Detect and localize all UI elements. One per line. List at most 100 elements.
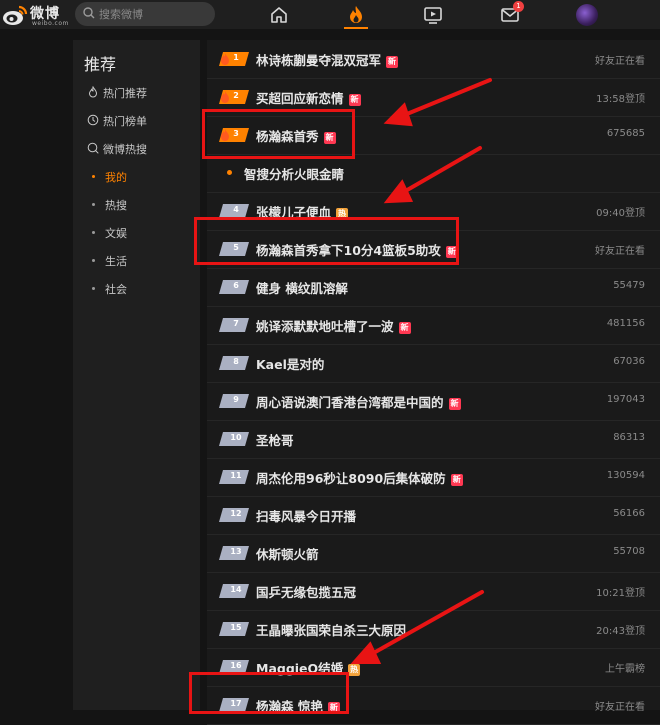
rank-number: 13 [230,547,242,556]
video-icon [424,7,442,24]
highlight-box [194,217,459,265]
smart-search-item[interactable]: 智搜分析火眼金睛 [207,154,660,193]
list-item-title: 买超回应新恋情新 [256,88,361,107]
rank-number: 15 [230,623,242,632]
message-badge: 1 [513,1,524,12]
list-item-meta: 67036 [613,356,645,367]
list-item-meta: 197043 [606,394,645,405]
sidebar-item-label: 热门推荐 [103,87,147,100]
list-item-title: 国乒无缘包揽五冠 [256,585,357,600]
sidebar-sub-label: 我的 [105,171,127,184]
bullet-dot [92,259,95,262]
list-item-title: 圣枪哥 [256,433,294,448]
rank-number: 10 [230,433,242,442]
sidebar-item-label: 热门榜单 [103,115,147,128]
rank-number: 9 [233,395,239,404]
list-item-meta: 上午霸榜 [605,664,645,675]
highlight-box [189,672,349,714]
nav-home-button[interactable] [268,4,290,26]
list-item-title: 健身 横纹肌溶解 [256,281,348,296]
search-placeholder: 搜索微博 [99,8,143,21]
rank-number: 11 [230,471,242,480]
list-item-meta: 55708 [613,546,645,557]
hot-tag: 热 [348,664,361,676]
rank-number: 1 [233,53,239,62]
rank-number: 2 [233,91,239,100]
nav-message-button[interactable]: 1 [499,1,524,26]
list-item[interactable]: 6 健身 横纹肌溶解 55479 [207,268,660,307]
fire-outline-icon [88,86,98,98]
list-item-meta: 55479 [613,280,645,291]
search-input[interactable]: 搜索微博 [75,2,215,26]
sidebar-sub-label: 热搜 [105,199,127,212]
list-item-title: 休斯顿火箭 [256,547,319,562]
rank-badge: 15 [219,622,249,636]
list-item-meta: 20:43登顶 [596,626,645,637]
rank-number: 8 [233,357,239,366]
clock-icon [87,114,99,126]
list-item[interactable]: 11 周杰伦用96秒让8090后集体破防新 130594 [207,458,660,497]
nav-video-button[interactable] [422,4,444,26]
list-item-meta: 09:40登顶 [596,208,645,219]
bullet-dot [92,203,95,206]
smart-search-title: 智搜分析火眼金睛 [244,167,345,182]
rank-badge: 4 [219,204,249,218]
list-item-title: 王晶曝张国荣自杀三大原因 [256,623,407,638]
rank-badge: 2 [219,90,249,104]
rank-badge: 10 [219,432,249,446]
sidebar-sub-label: 社会 [105,283,127,296]
list-item-text: 林诗栋蒯曼夺混双冠军 [256,53,382,68]
rank-number: 4 [233,205,239,214]
list-item-meta: 86313 [613,432,645,443]
search-outline-icon [87,142,99,154]
new-tag: 新 [448,398,461,410]
weibo-logo-icon [3,5,28,25]
highlight-box [202,109,355,159]
nav-hot-button[interactable] [345,4,367,26]
bullet-dot [92,287,95,290]
rank-number: 6 [233,281,239,290]
top-bar: 微博 weibo.com 搜索微博 1 [0,0,660,29]
rank-badge: 11 [219,470,249,484]
rank-number: 14 [230,585,242,594]
new-tag: 新 [398,322,411,334]
list-item-title: Kael是对的 [256,357,325,372]
weibo-logo[interactable]: 微博 weibo.com [2,3,70,27]
rank-badge: 6 [219,280,249,294]
list-item[interactable]: 12 扫毒风暴今日开播 56166 [207,496,660,535]
list-item[interactable]: 8 Kael是对的 67036 [207,344,660,383]
sidenav-title: 推荐 [84,55,117,74]
active-tab-indicator [344,27,368,29]
list-item-title: 扫毒风暴今日开播 [256,509,357,524]
orange-dot [227,170,232,175]
rank-number: 7 [233,319,239,328]
rank-number: 12 [230,509,242,518]
rank-badge: 12 [219,508,249,522]
list-item-text: 周杰伦用96秒让8090后集体破防 [256,471,446,486]
list-item-text: 买超回应新恋情 [256,91,344,106]
list-item[interactable]: 14 国乒无缘包揽五冠 10:21登顶 [207,572,660,611]
fire-icon [350,6,362,23]
home-icon [271,7,287,23]
user-avatar[interactable] [576,4,598,26]
list-item[interactable]: 10 圣枪哥 86313 [207,420,660,459]
list-item[interactable]: 1 林诗栋蒯曼夺混双冠军新 好友正在看 [207,40,660,79]
rank-badge: 13 [219,546,249,560]
list-item[interactable]: 7 姚译添默默地吐槽了一波新 481156 [207,306,660,345]
rank-badge: 14 [219,584,249,598]
list-item[interactable]: 13 休斯顿火箭 55708 [207,534,660,573]
list-item-meta: 好友正在看 [595,702,645,713]
sidebar-sub-label: 文娱 [105,227,127,240]
list-item-meta: 56166 [613,508,645,519]
sidebar-item-label: 微博热搜 [103,143,147,156]
rank-badge: 8 [219,356,249,370]
bullet-dot [92,175,95,178]
list-item-title: 姚译添默默地吐槽了一波新 [256,316,411,335]
list-item[interactable]: 9 周心语说澳门香港台湾都是中国的新 197043 [207,382,660,421]
rank-number: 16 [230,661,242,670]
list-item-title: 周杰伦用96秒让8090后集体破防新 [256,468,463,487]
list-item[interactable]: 15 王晶曝张国荣自杀三大原因 20:43登顶 [207,610,660,649]
sidebar-sub-label: 生活 [105,255,127,268]
list-item-meta: 13:58登顶 [596,94,645,105]
list-item-meta: 好友正在看 [595,246,645,257]
